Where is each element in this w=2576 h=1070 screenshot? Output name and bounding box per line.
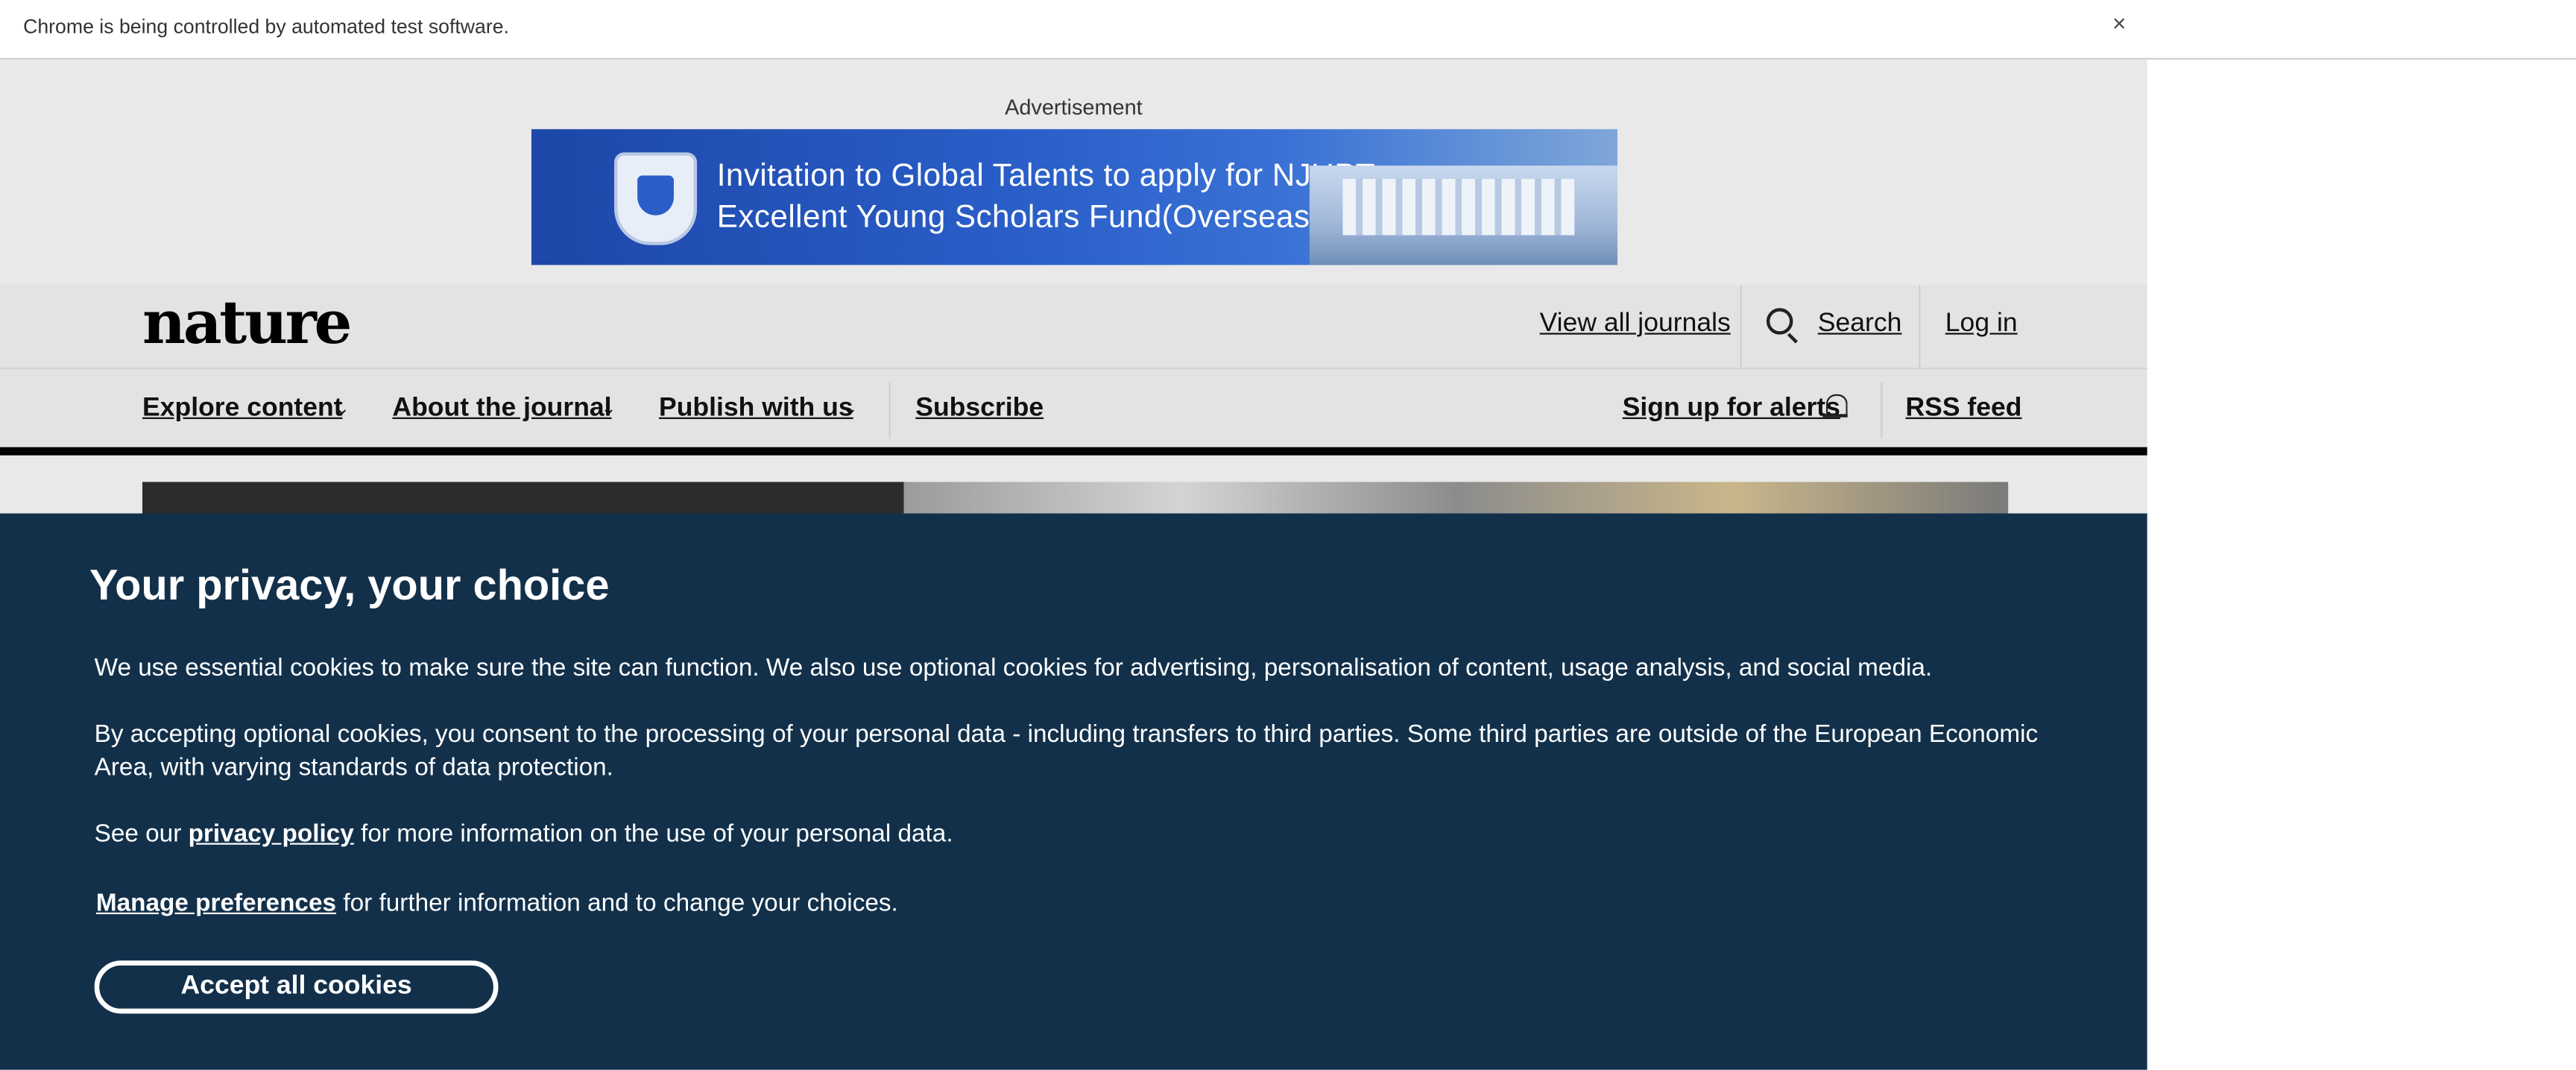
close-icon[interactable]: ×	[2112, 10, 2126, 37]
page: Chrome is being controlled by automated …	[0, 0, 2576, 1070]
sign-up-alerts-link[interactable]: Sign up for alerts	[1623, 394, 1840, 424]
privacy-policy-link[interactable]: privacy policy	[189, 819, 354, 848]
manage-preferences-link[interactable]: Manage preferences	[96, 890, 336, 918]
cookie-text-essential: We use essential cookies to make sure th…	[94, 654, 1933, 683]
nav-divider	[888, 383, 891, 439]
nav-divider	[1881, 383, 1883, 439]
ad-zone: Advertisement Invitation to Global Talen…	[0, 59, 2147, 286]
cookie-title: Your privacy, your choice	[89, 559, 610, 610]
ad-label: Advertisement	[1005, 94, 1143, 119]
ad-banner[interactable]: Invitation to Global Talents to apply fo…	[531, 129, 1618, 265]
infobar-message: Chrome is being controlled by automated …	[23, 14, 509, 39]
privacy-text-after: for more information on the use of your …	[361, 819, 953, 849]
header-divider	[1740, 285, 1742, 368]
university-crest-icon	[614, 152, 698, 245]
nav-about-the-journal[interactable]: About the journal	[392, 394, 611, 424]
campus-building-image	[1309, 166, 1618, 265]
rss-feed-link[interactable]: RSS feed	[1905, 394, 2021, 424]
view-all-journals-link[interactable]: View all journals	[1540, 309, 1731, 339]
cookie-banner: Your privacy, your choice We use essenti…	[0, 513, 2147, 1070]
search-link[interactable]: Search	[1818, 309, 1902, 339]
privacy-text-before: See our	[94, 819, 182, 849]
accept-all-cookies-button[interactable]: Accept all cookies	[94, 960, 499, 1014]
preferences-text-after: for further information and to change yo…	[343, 889, 898, 918]
nature-logo[interactable]: nature	[142, 288, 352, 357]
site: Advertisement Invitation to Global Talen…	[0, 59, 2147, 1070]
site-header: nature View all journals Search Log in	[0, 285, 2147, 370]
login-link[interactable]: Log in	[1945, 309, 2018, 339]
main-nav: Explore content ⌄ About the journal ⌄ Pu…	[0, 369, 2147, 456]
chevron-down-icon: ⌄	[334, 399, 350, 419]
bell-icon	[1822, 394, 1848, 417]
automation-infobar: Chrome is being controlled by automated …	[0, 0, 2576, 60]
ad-banner-line1: Invitation to Global Talents to apply fo…	[716, 159, 1376, 194]
ad-banner-line2: Excellent Young Scholars Fund(Overseas)	[716, 200, 1321, 236]
nav-subscribe[interactable]: Subscribe	[915, 394, 1044, 424]
chevron-down-icon: ⌄	[601, 399, 616, 419]
header-divider	[1919, 285, 1921, 368]
search-icon[interactable]	[1766, 308, 1793, 335]
nav-explore-content[interactable]: Explore content	[142, 394, 343, 424]
cookie-text-consent: By accepting optional cookies, you conse…	[94, 720, 2039, 782]
chevron-down-icon: ⌄	[842, 399, 859, 419]
nav-publish-with-us[interactable]: Publish with us	[659, 394, 853, 424]
cookie-text-privacy: See our privacy policy for more informat…	[95, 818, 2048, 851]
cookie-text-preferences: Manage preferences for further informati…	[96, 888, 2050, 921]
